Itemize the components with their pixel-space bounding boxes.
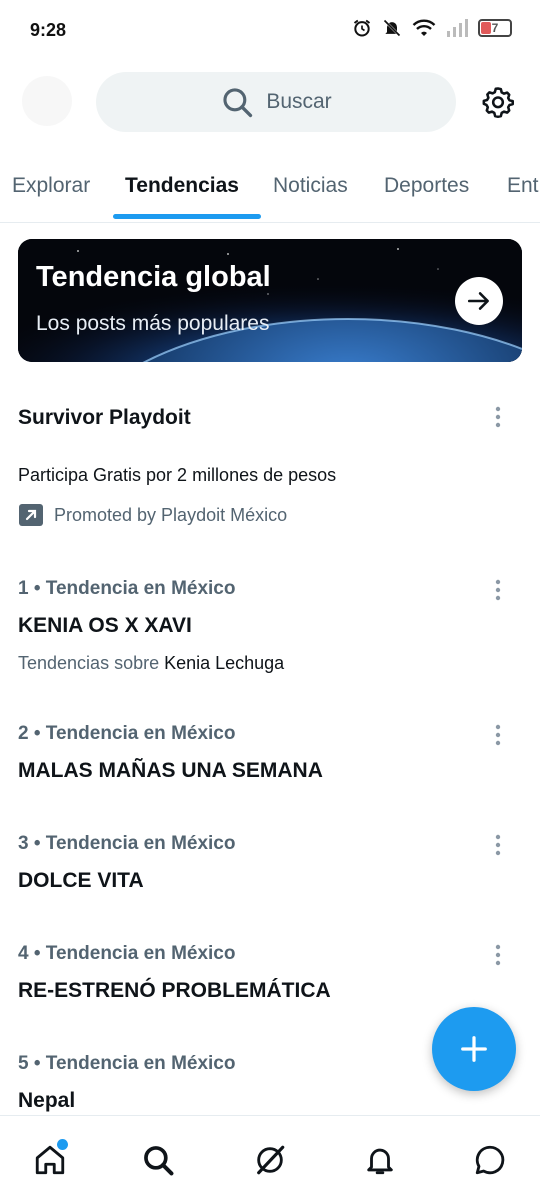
more-button[interactable] xyxy=(488,578,508,602)
tab-explorar[interactable]: Explorar xyxy=(12,174,90,198)
alarm-icon xyxy=(353,19,371,37)
more-vertical-icon xyxy=(495,944,501,966)
banner-arrow-button[interactable] xyxy=(455,277,503,325)
grok-icon xyxy=(257,1145,285,1175)
more-button[interactable] xyxy=(488,723,508,747)
trend-meta: 1 • Tendencia en México xyxy=(18,578,236,599)
search-icon xyxy=(223,88,253,118)
tab-bar: Explorar Tendencias Noticias Deportes En… xyxy=(0,160,540,223)
more-button[interactable] xyxy=(488,943,508,967)
more-vertical-icon xyxy=(495,579,501,601)
signal-icon xyxy=(447,19,468,37)
trend-title[interactable]: RE-ESTRENÓ PROBLEMÁTICA xyxy=(18,979,331,1003)
trend-title[interactable]: DOLCE VITA xyxy=(18,869,144,893)
nav-notifications[interactable] xyxy=(360,1140,400,1180)
arrow-right-icon xyxy=(467,292,489,310)
search-icon xyxy=(144,1146,174,1176)
bell-icon xyxy=(367,1148,393,1175)
trend-meta: 4 • Tendencia en México xyxy=(18,943,236,964)
more-button[interactable] xyxy=(488,405,508,429)
battery-indicator: 7 xyxy=(478,19,512,37)
avatar[interactable] xyxy=(22,76,72,126)
tab-tendencias[interactable]: Tendencias xyxy=(125,174,239,198)
promoted-text: Participa Gratis por 2 millones de pesos xyxy=(18,465,337,485)
compose-button[interactable] xyxy=(432,1007,516,1091)
status-time: 9:28 xyxy=(30,20,67,40)
nav-grok[interactable] xyxy=(250,1140,290,1180)
notification-dot xyxy=(55,1137,70,1152)
trend-title[interactable]: MALAS MAÑAS UNA SEMANA xyxy=(18,759,323,783)
trend-subtext-prefix: Tendencias sobre xyxy=(18,653,165,673)
earth-image xyxy=(18,239,522,362)
trend-title[interactable]: Nepal xyxy=(18,1089,75,1113)
nav-home[interactable] xyxy=(30,1137,70,1180)
promoted-label-row: Promoted by Playdoit México xyxy=(18,503,287,527)
banner-subtitle: Los posts más populares xyxy=(36,312,270,335)
nav-messages[interactable] xyxy=(470,1140,510,1180)
trend-subtext: Tendencias sobre Kenia Lechuga xyxy=(18,653,284,674)
trend-meta: 2 • Tendencia en México xyxy=(18,723,236,744)
tab-indicator xyxy=(113,214,261,219)
promoted-icon xyxy=(19,504,43,526)
wifi-icon xyxy=(412,19,436,36)
more-vertical-icon xyxy=(495,834,501,856)
promoted-title[interactable]: Survivor Playdoit xyxy=(18,406,191,430)
messages-icon xyxy=(475,1145,505,1175)
more-vertical-icon xyxy=(495,406,501,428)
plus-icon xyxy=(461,1036,487,1062)
status-icons: 7 xyxy=(352,18,512,38)
tab-entretenimiento[interactable]: Ent xyxy=(507,174,539,198)
more-button[interactable] xyxy=(488,833,508,857)
bottom-nav xyxy=(0,1115,540,1201)
mute-icon xyxy=(383,19,401,37)
nav-search[interactable] xyxy=(138,1140,178,1180)
trend-title[interactable]: KENIA OS X XAVI xyxy=(18,614,192,638)
global-trend-banner[interactable]: Tendencia global Los posts más populares xyxy=(18,239,522,362)
status-bar: 9:28 7 xyxy=(0,0,540,60)
trend-subtext-person: Kenia Lechuga xyxy=(164,653,285,673)
search-placeholder: Buscar xyxy=(266,90,332,113)
settings-button[interactable] xyxy=(478,82,518,122)
promoted-label: Promoted by Playdoit México xyxy=(54,504,288,525)
battery-level: 7 xyxy=(491,21,499,35)
trend-meta: 5 • Tendencia en México xyxy=(18,1053,236,1074)
tab-deportes[interactable]: Deportes xyxy=(384,174,469,198)
more-vertical-icon xyxy=(495,724,501,746)
banner-title: Tendencia global xyxy=(36,261,271,293)
tab-noticias[interactable]: Noticias xyxy=(273,174,348,198)
trend-meta: 3 • Tendencia en México xyxy=(18,833,236,854)
gear-icon xyxy=(482,87,515,119)
search-bar[interactable]: Buscar xyxy=(96,72,456,132)
